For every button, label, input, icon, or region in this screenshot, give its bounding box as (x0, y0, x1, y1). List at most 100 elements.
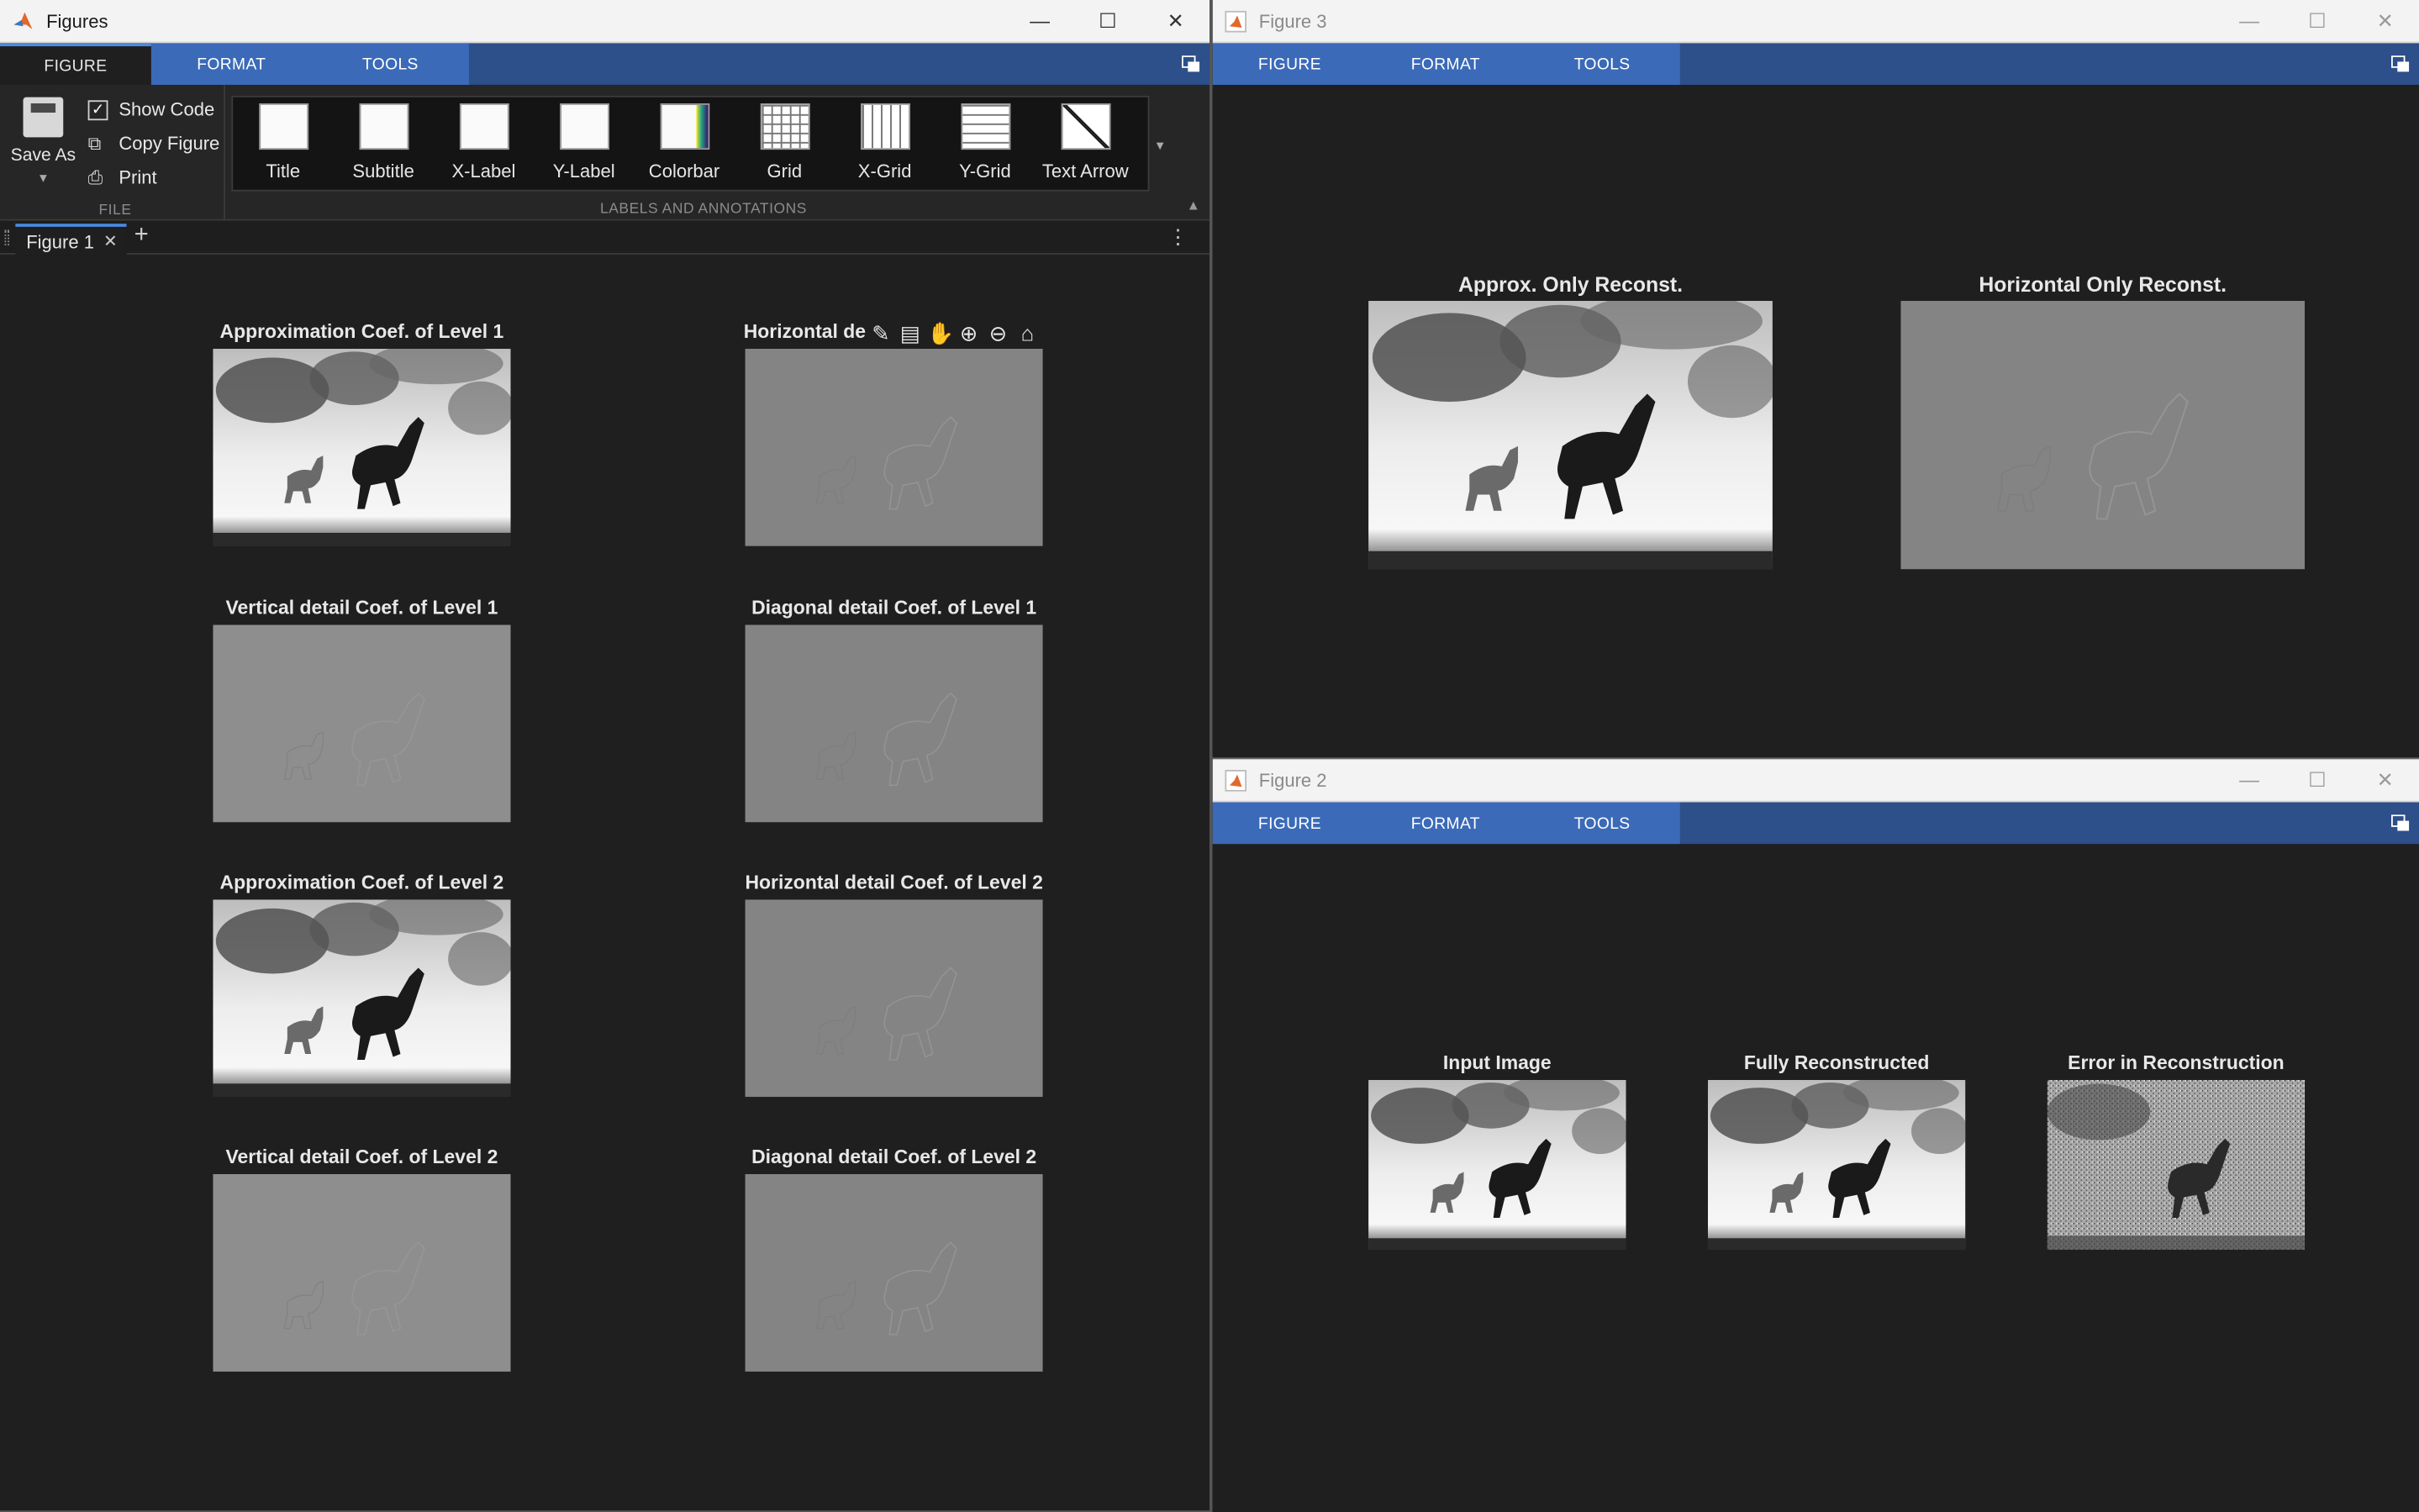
minimize-icon[interactable]: — (1006, 0, 1074, 42)
document-tab-figure-1[interactable]: Figure 1 ✕ (15, 224, 127, 256)
grid-icon (759, 103, 809, 150)
tab-tools[interactable]: TOOLS (1524, 803, 1679, 845)
chevron-down-icon: ▼ (37, 171, 50, 186)
figures-tabstrip: FIGURE FORMAT TOOLS (0, 43, 1210, 85)
window-title: Figure 3 (1258, 9, 1327, 32)
axes-title: Approximation Coef. of Level 1 (219, 320, 504, 343)
figure-3-tabstrip: FIGURE FORMAT TOOLS (1212, 43, 2419, 85)
tab-format[interactable]: FORMAT (151, 43, 312, 85)
image-detail (1900, 300, 2306, 570)
tab-format[interactable]: FORMAT (1367, 43, 1524, 85)
desktop: Figures — ☐ ✕ FIGURE FORMAT TOOLS Save A… (0, 0, 2419, 1512)
x-grid-button[interactable]: X-Grid (835, 97, 935, 190)
close-icon[interactable]: ✕ (2351, 0, 2419, 42)
axes-horizontal-de[interactable]: Horizontal de (744, 321, 1043, 546)
tab-figure[interactable]: FIGURE (0, 43, 151, 85)
text-arrow-icon (1060, 103, 1110, 150)
axes-title: Diagonal detail Coef. of Level 2 (751, 1146, 1037, 1168)
save-as-button[interactable]: Save As ▼ (9, 97, 77, 186)
minimize-icon[interactable]: — (2216, 759, 2284, 801)
brush-icon[interactable]: ✎ (868, 321, 893, 345)
axes-vertical-detail-coef-of-level-2[interactable]: Vertical detail Coef. of Level 2 (213, 1146, 511, 1372)
x-grid-icon (860, 103, 910, 150)
tab-tools[interactable]: TOOLS (1524, 43, 1679, 85)
drag-handle-icon[interactable] (4, 229, 10, 245)
y-label-label: Y-Label (552, 160, 615, 182)
text-arrow-label: Text Arrow (1041, 160, 1129, 182)
axes-toolbar: ✎ ▤ ✋ ⊕ ⊖ ⌂ (868, 321, 1040, 345)
axes-title: Vertical detail Coef. of Level 1 (225, 597, 498, 619)
axes-horizontal-only-reconst[interactable]: Horizontal Only Reconst. (1900, 273, 2306, 570)
axes-approximation-coef-of-level-2[interactable]: Approximation Coef. of Level 2 (213, 872, 511, 1098)
axes-fully-reconstructed[interactable]: Fully Reconstructed (1707, 1052, 1966, 1250)
undock-icon[interactable] (1181, 55, 1200, 72)
tab-figure[interactable]: FIGURE (1213, 43, 1368, 85)
print-button[interactable]: ⎙ Print (88, 166, 157, 188)
matlab-logo-icon (1225, 9, 1247, 32)
colorbar-button[interactable]: Colorbar (634, 97, 734, 190)
figure-3-window: Figure 3 — ☐ ✕ FIGURE FORMAT TOOLS Appro… (1212, 0, 2419, 756)
grid-button[interactable]: Grid (735, 97, 835, 190)
y-grid-label: Y-Grid (959, 160, 1011, 182)
tab-figure[interactable]: FIGURE (1213, 803, 1368, 845)
document-tab-label: Figure 1 (26, 230, 95, 253)
figure-3-titlebar[interactable]: Figure 3 — ☐ ✕ (1212, 0, 2419, 44)
axes-approximation-coef-of-level-1[interactable]: Approximation Coef. of Level 1 (213, 321, 511, 546)
datatip-icon[interactable]: ▤ (898, 321, 922, 345)
image-detail (745, 1173, 1043, 1372)
show-code-checkbox[interactable]: ✓ Show Code (87, 98, 214, 120)
home-icon[interactable]: ⌂ (1015, 321, 1040, 345)
matlab-logo-icon (1225, 769, 1247, 791)
close-icon[interactable]: ✕ (2351, 759, 2419, 801)
text-arrow-button[interactable]: Text Arrow (1036, 97, 1136, 190)
axes-vertical-detail-coef-of-level-1[interactable]: Vertical detail Coef. of Level 1 (213, 597, 511, 823)
x-label-button[interactable]: X-Label (434, 97, 534, 190)
print-label: Print (119, 166, 157, 188)
image-detail (745, 348, 1043, 546)
image-approx (213, 348, 511, 546)
tab-format[interactable]: FORMAT (1367, 803, 1524, 845)
copy-figure-label: Copy Figure (119, 132, 220, 155)
axes-title: Approximation Coef. of Level 2 (219, 872, 504, 893)
figure-2-titlebar[interactable]: Figure 2 — ☐ ✕ (1212, 759, 2419, 803)
undock-icon[interactable] (2390, 55, 2410, 72)
axes-approx-only-reconst[interactable]: Approx. Only Reconst. (1368, 273, 1773, 570)
title-button[interactable]: Title (233, 97, 333, 190)
subtitle-icon (358, 103, 408, 150)
zoom-in-icon[interactable]: ⊕ (957, 321, 981, 345)
axes-diagonal-detail-coef-of-level-2[interactable]: Diagonal detail Coef. of Level 2 (745, 1146, 1043, 1372)
image-approx (213, 899, 511, 1098)
x-grid-label: X-Grid (857, 160, 912, 182)
axes-title: Fully Reconstructed (1743, 1051, 1930, 1074)
grid-label: Grid (767, 160, 803, 182)
close-tab-icon[interactable]: ✕ (103, 231, 118, 251)
maximize-icon[interactable]: ☐ (2283, 759, 2351, 801)
axes-diagonal-detail-coef-of-level-1[interactable]: Diagonal detail Coef. of Level 1 (745, 597, 1043, 823)
maximize-icon[interactable]: ☐ (1073, 0, 1141, 42)
y-grid-button[interactable]: Y-Grid (935, 97, 1035, 190)
gallery-expand-icon[interactable]: ▼ (1154, 139, 1167, 153)
undock-icon[interactable] (2390, 814, 2410, 831)
y-label-button[interactable]: Y-Label (534, 97, 634, 190)
subtitle-button[interactable]: Subtitle (333, 97, 433, 190)
axes-error-in-reconstruction[interactable]: Error in Reconstruction (2047, 1052, 2306, 1250)
minimize-icon[interactable]: — (2216, 0, 2284, 42)
collapse-toolstrip-icon[interactable]: ▲ (1187, 198, 1200, 213)
pan-icon[interactable]: ✋ (927, 321, 954, 345)
zoom-out-icon[interactable]: ⊖ (986, 321, 1010, 345)
figures-titlebar[interactable]: Figures — ☐ ✕ (0, 0, 1210, 44)
more-options-icon[interactable]: ⋮ (1167, 225, 1188, 250)
copy-figure-button[interactable]: ⧉ Copy Figure (88, 133, 220, 155)
printer-icon: ⎙ (87, 166, 103, 188)
axes-title: Approx. Only Reconst. (1457, 272, 1684, 297)
image-detail-light (213, 624, 511, 823)
axes-horizontal-detail-coef-of-level-2[interactable]: Horizontal detail Coef. of Level 2 (745, 872, 1043, 1098)
maximize-icon[interactable]: ☐ (2283, 0, 2351, 42)
add-tab-icon[interactable]: + (134, 222, 149, 250)
y-label-icon (559, 103, 609, 150)
save-as-label: Save As (10, 146, 76, 166)
axes-title: Error in Reconstruction (2068, 1051, 2285, 1074)
axes-input-image[interactable]: Input Image (1368, 1052, 1626, 1250)
close-icon[interactable]: ✕ (1141, 0, 1210, 42)
tab-tools[interactable]: TOOLS (312, 43, 469, 85)
